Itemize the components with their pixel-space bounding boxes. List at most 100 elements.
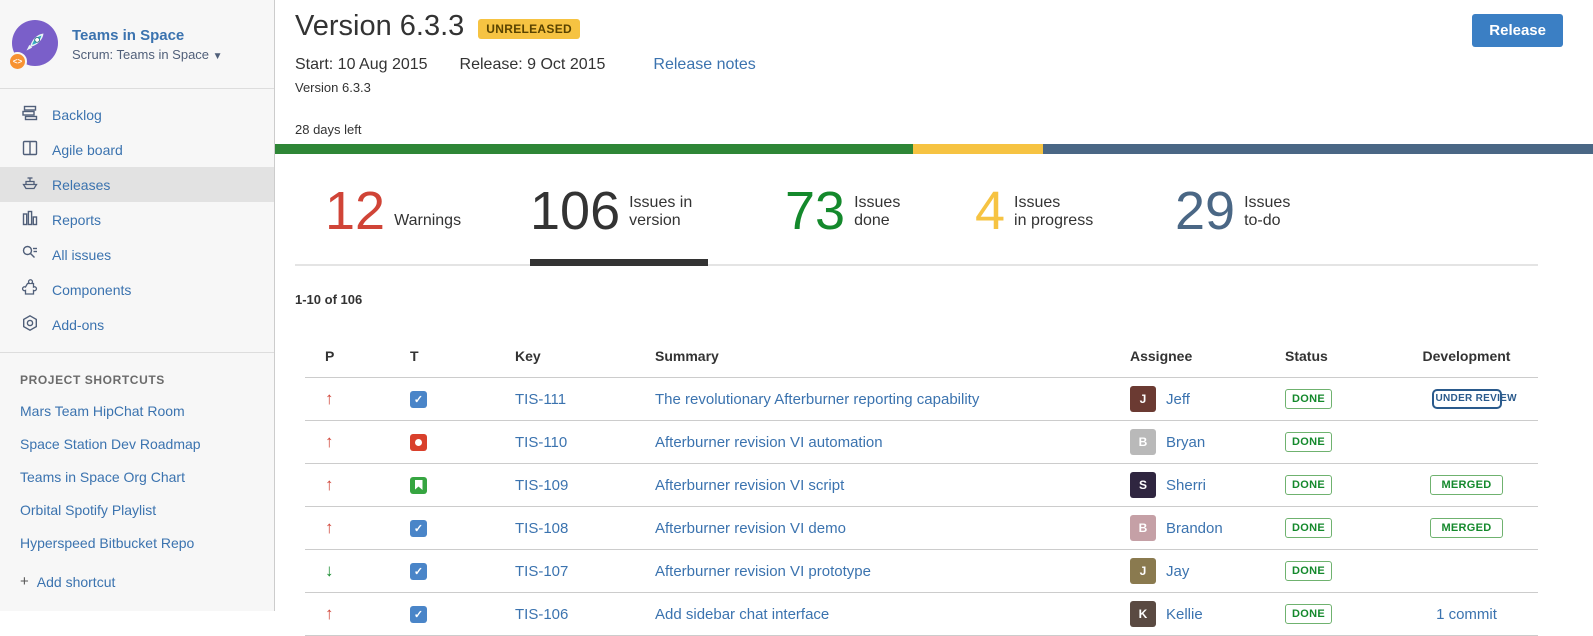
add-shortcut-button[interactable]: + Add shortcut	[20, 573, 274, 590]
development-badge-merged: MERGED	[1430, 475, 1502, 495]
issue-key-link[interactable]: TIS-109	[515, 477, 568, 494]
issues-table: PTKeySummaryAssigneeStatusDevelopment ↑ ✓…	[305, 335, 1538, 636]
add-shortcut-label: Add shortcut	[37, 574, 116, 590]
sidebar-item-reports[interactable]: Reports	[0, 202, 274, 237]
status-lozenge: DONE	[1285, 604, 1332, 624]
status-lozenge: DONE	[1285, 432, 1332, 452]
sidebar-item-releases[interactable]: Releases	[0, 167, 274, 202]
stats-bar: 12Warnings106Issues in version73Issues d…	[295, 168, 1538, 266]
issue-key-link[interactable]: TIS-110	[515, 434, 567, 451]
avatar: J	[1130, 558, 1156, 584]
table-row: ↑ ✓ TIS-108 Afterburner revision VI demo B Br…	[305, 507, 1538, 550]
stat-issues-to-do[interactable]: 29Issues to-do	[1175, 186, 1290, 237]
issue-summary-link[interactable]: Afterburner revision VI demo	[655, 520, 846, 537]
issue-key-link[interactable]: TIS-108	[515, 520, 568, 537]
issue-type-task-icon: ✓	[410, 520, 427, 537]
assignee-link[interactable]: Brandon	[1166, 520, 1223, 537]
commit-link[interactable]: 1 commit	[1436, 606, 1497, 623]
pagination-label: 1-10 of 106	[295, 292, 362, 307]
column-header-development[interactable]: Development	[1395, 348, 1538, 364]
shortcut-link[interactable]: Mars Team HipChat Room	[20, 403, 274, 419]
sidebar-item-backlog[interactable]: Backlog	[0, 97, 274, 132]
priority-up-icon: ↑	[325, 475, 334, 494]
release-progress-bar	[275, 144, 1593, 154]
assignee-link[interactable]: Jeff	[1166, 391, 1190, 408]
table-header-row: PTKeySummaryAssigneeStatusDevelopment	[305, 335, 1538, 378]
stat-issues-in-version[interactable]: 106Issues in version	[530, 186, 785, 237]
shortcut-link[interactable]: Space Station Dev Roadmap	[20, 436, 274, 452]
project-logo: <>	[12, 20, 60, 68]
development-badge-review: UNDER REVIEW	[1432, 389, 1502, 409]
stat-warnings[interactable]: 12Warnings	[325, 186, 530, 237]
release-notes-link[interactable]: Release notes	[653, 56, 755, 74]
status-badge: UNRELEASED	[478, 19, 580, 39]
project-name[interactable]: Teams in Space	[72, 26, 223, 46]
issue-summary-link[interactable]: Add sidebar chat interface	[655, 606, 829, 623]
stat-label: Issues in version	[629, 194, 692, 238]
issue-summary-link[interactable]: Afterburner revision VI prototype	[655, 563, 871, 580]
avatar: K	[1130, 601, 1156, 627]
release-button[interactable]: Release	[1472, 14, 1563, 47]
issue-type-task-icon: ✓	[410, 391, 427, 408]
column-header-status[interactable]: Status	[1265, 348, 1395, 364]
stat-value: 106	[530, 186, 620, 237]
column-header-key[interactable]: Key	[495, 348, 635, 364]
status-lozenge: DONE	[1285, 518, 1332, 538]
assignee-link[interactable]: Bryan	[1166, 434, 1205, 451]
project-header: <> Teams in Space Scrum: Teams in Space …	[0, 0, 274, 89]
avatar: B	[1130, 515, 1156, 541]
table-row: ↑✓TIS-106Add sidebar chat interfaceKKell…	[305, 593, 1538, 636]
version-description: Version 6.3.3	[295, 80, 371, 95]
agile-board-icon	[21, 139, 39, 160]
issue-key-link[interactable]: TIS-111	[515, 391, 566, 408]
column-header-p[interactable]: P	[305, 348, 390, 364]
issue-summary-link[interactable]: The revolutionary Afterburner reporting …	[655, 391, 979, 408]
column-header-summary[interactable]: Summary	[635, 348, 1110, 364]
components-icon	[21, 279, 39, 300]
shortcut-link[interactable]: Hyperspeed Bitbucket Repo	[20, 535, 274, 551]
issue-key-link[interactable]: TIS-106	[515, 606, 568, 623]
plus-icon: +	[20, 573, 29, 590]
column-header-assignee[interactable]: Assignee	[1110, 348, 1265, 364]
table-row: ↑TIS-109Afterburner revision VI scriptSS…	[305, 464, 1538, 507]
releases-icon	[21, 174, 39, 195]
assignee-link[interactable]: Sherri	[1166, 477, 1206, 494]
table-row: ↑✓TIS-111The revolutionary Afterburner r…	[305, 378, 1538, 421]
status-lozenge: DONE	[1285, 475, 1332, 495]
issue-key-link[interactable]: TIS-107	[515, 563, 568, 580]
sidebar-item-add-ons[interactable]: Add-ons	[0, 307, 274, 342]
stat-issues-in-progress[interactable]: 4Issues in progress	[975, 186, 1175, 237]
all-issues-icon	[21, 244, 39, 265]
sidebar-item-label: Add-ons	[52, 317, 104, 333]
issue-summary-link[interactable]: Afterburner revision VI script	[655, 477, 844, 494]
shortcut-link[interactable]: Orbital Spotify Playlist	[20, 502, 274, 518]
issue-type-task-icon: ✓	[410, 563, 427, 580]
priority-up-icon: ↑	[325, 518, 334, 537]
issue-summary-link[interactable]: Afterburner revision VI automation	[655, 434, 883, 451]
stat-label: Issues to-do	[1244, 194, 1290, 238]
stat-issues-done[interactable]: 73Issues done	[785, 186, 975, 237]
release-date: Release: 9 Oct 2015	[460, 56, 606, 74]
avatar: B	[1130, 429, 1156, 455]
code-badge-icon: <>	[8, 52, 27, 71]
column-header-t[interactable]: T	[390, 348, 495, 364]
page-title: Version 6.3.3	[295, 10, 464, 43]
stat-label: Issues done	[854, 194, 900, 238]
progress-segment-to-do	[1043, 144, 1593, 154]
sidebar-item-components[interactable]: Components	[0, 272, 274, 307]
sidebar-item-label: All issues	[52, 247, 111, 263]
sidebar-item-label: Components	[52, 282, 131, 298]
sidebar: <> Teams in Space Scrum: Teams in Space …	[0, 0, 275, 611]
sidebar-item-agile-board[interactable]: Agile board	[0, 132, 274, 167]
assignee-link[interactable]: Kellie	[1166, 606, 1203, 623]
project-board-switcher[interactable]: Scrum: Teams in Space ▼	[72, 47, 223, 62]
shortcut-link[interactable]: Teams in Space Org Chart	[20, 469, 274, 485]
start-date: Start: 10 Aug 2015	[295, 56, 428, 74]
assignee-link[interactable]: Jay	[1166, 563, 1189, 580]
project-subtitle-label: Scrum: Teams in Space	[72, 47, 209, 62]
stat-value: 73	[785, 186, 845, 237]
development-badge-merged: MERGED	[1430, 518, 1502, 538]
days-left-label: 28 days left	[295, 122, 362, 137]
sidebar-item-all-issues[interactable]: All issues	[0, 237, 274, 272]
status-lozenge: DONE	[1285, 561, 1332, 581]
